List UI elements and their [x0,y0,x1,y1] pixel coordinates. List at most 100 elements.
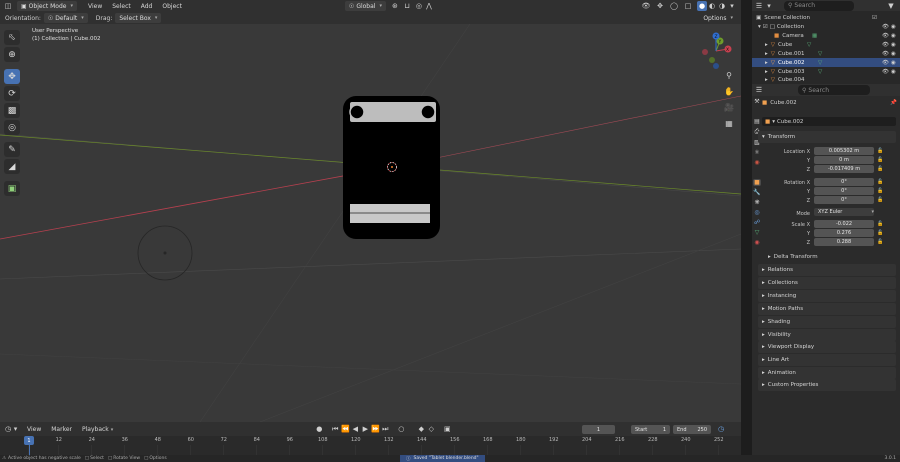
overlays-icon[interactable]: ◯ [669,1,679,11]
lock-icon[interactable]: 🔓 [877,238,883,247]
3d-viewport[interactable]: X Y Z User Perspective (1) Collection | … [0,24,741,422]
keyframe-delete-icon[interactable]: ◇ [426,424,436,434]
transform-orientation-dropdown[interactable]: ☉ Global [344,1,386,11]
camera-restrict-icon[interactable]: ◉ [891,33,896,39]
expand-chevron-icon[interactable]: ▸ [765,60,768,66]
panel-animation[interactable]: ▸ Animation [758,367,896,379]
eye-icon[interactable]: 👁 [882,42,889,48]
panel-visibility[interactable]: ▸ Visibility [758,329,896,341]
outliner-item-cube-004[interactable]: ▸ ▽ Cube.004 [752,76,900,84]
collection-checkbox-icon[interactable]: ☑ [763,24,768,30]
expand-chevron-icon[interactable]: ▸ [765,51,768,57]
scale-z-field[interactable]: 0.288 [814,238,874,246]
current-frame-field[interactable]: 1 [582,425,615,434]
scale-x-field[interactable]: -0.022 [814,220,874,228]
location-y-field[interactable]: 0 m [814,156,874,164]
location-z-field[interactable]: -0.017409 m [814,165,874,173]
menu-view[interactable]: View [83,3,107,10]
panel-custom-properties[interactable]: ▸ Custom Properties [758,379,896,391]
lock-icon[interactable]: 🔓 [877,187,883,196]
outliner-filter-funnel-icon[interactable]: ▼ [886,1,896,11]
outliner-search[interactable]: ⚲ Search [784,0,854,11]
lock-icon[interactable]: 🔓 [877,220,883,229]
play-reverse-icon[interactable]: ◀ [350,424,360,434]
jump-end-icon[interactable]: ⏭ [380,424,390,434]
keying-icon[interactable]: ○ [396,424,406,434]
playhead[interactable]: 1 [24,436,34,445]
render-tab-icon[interactable]: ▤ [754,118,760,125]
menu-select[interactable]: Select [107,3,136,10]
timeline[interactable]: 1 12 24 36 48 60 72 84 96 108 120 132 144 156 168 180 19… [0,436,741,456]
outliner-editor-icon[interactable]: ☰ [754,1,764,11]
lock-icon[interactable]: 🔓 [877,196,883,205]
move-tool[interactable]: ✥ [4,69,20,84]
camera-restrict-icon[interactable]: ◉ [891,42,896,48]
options-dropdown[interactable]: Options [699,13,737,23]
zoom-icon[interactable]: ⚲ [722,68,736,82]
constraints-tab-icon[interactable]: ☍ [754,219,760,226]
properties-search[interactable]: ⚲ Search [798,85,870,95]
end-frame-field[interactable]: End 250 [673,425,711,434]
expand-chevron-icon[interactable]: ▸ [765,77,768,83]
panel-shading[interactable]: ▸ Shading [758,316,896,328]
rotation-z-field[interactable]: 0° [814,196,874,204]
ortho-grid-icon[interactable]: ▦ [722,116,736,130]
lock-icon[interactable]: 🔓 [877,178,883,187]
eye-icon[interactable]: 👁 [882,51,889,57]
transform-panel-header[interactable]: ▾ Transform [758,131,896,143]
editor-type-icon[interactable]: ◫ [3,1,13,11]
timeline-editor-chevron-icon[interactable]: ▾ [13,424,18,434]
proportional-edit-icon[interactable]: ◎ [414,1,424,11]
lock-icon[interactable]: 🔓 [877,147,883,156]
outliner-filter-icon[interactable]: ▾ [764,1,774,11]
drag-dropdown[interactable]: Select Box [115,13,162,23]
expand-chevron-icon[interactable]: ▸ [765,42,768,48]
lock-icon[interactable]: 🔓 [877,165,883,174]
menu-object[interactable]: Object [157,3,187,10]
rotation-x-field[interactable]: 0° [814,178,874,186]
jump-keyframe-forward-icon[interactable]: ⏩ [370,424,380,434]
scene-tab-icon[interactable]: ⚛ [754,149,759,156]
camera-restrict-icon[interactable]: ◉ [891,24,896,30]
pan-hand-icon[interactable]: ✋ [722,84,736,98]
scale-y-field[interactable]: 0.276 [814,229,874,237]
camera-restrict-icon[interactable]: ◉ [891,51,896,57]
menu-add[interactable]: Add [136,3,158,10]
timeline-menu-view[interactable]: View [22,426,46,433]
jump-keyframe-back-icon[interactable]: ⏪ [340,424,350,434]
shading-material-icon[interactable]: ◐ [707,1,717,11]
gizmo-neg-y-handle[interactable] [709,57,715,63]
shading-options-icon[interactable]: ▾ [727,1,737,11]
panel-motion-paths[interactable]: ▸ Motion Paths [758,303,896,315]
expand-chevron-icon[interactable]: ▾ [758,24,761,30]
timeline-view-icon[interactable]: ◷ [716,424,726,434]
play-icon[interactable]: ▶ [360,424,370,434]
modifier-tab-icon[interactable]: 🔧 [753,189,760,196]
panel-instancing[interactable]: ▸ Instancing [758,290,896,302]
outliner-item-cube-001[interactable]: ▸ ▽ Cube.001 ▽ 👁 ◉ [752,49,900,58]
measure-tool[interactable]: ◢ [4,159,20,174]
camera-restrict-icon[interactable]: ◉ [891,60,896,66]
pin-icon[interactable]: 📌 [890,100,897,106]
select-box-tool[interactable]: ⬁ [4,30,20,45]
eye-icon[interactable]: 👁 [882,33,889,39]
keyframe-insert-icon[interactable]: ◆ [416,424,426,434]
gizmo-neg-z-handle[interactable] [713,63,719,69]
visibility-check-icon[interactable]: ☑ [872,15,877,21]
outliner-item-camera[interactable]: ■ Camera ▦ 👁 ◉ [752,31,900,40]
camera-restrict-icon[interactable]: ◉ [891,69,896,75]
expand-chevron-icon[interactable]: ▸ [765,69,768,75]
snap-icon[interactable]: ⊔ [402,1,412,11]
transform-tool[interactable]: ◎ [4,120,20,135]
pivot-icon[interactable]: ⊛ [390,1,400,11]
outliner-item-cube-003[interactable]: ▸ ▽ Cube.003 ▽ 👁 ◉ [752,67,900,76]
rotate-tool[interactable]: ⟳ [4,86,20,101]
data-tab-icon[interactable]: ▽ [755,229,760,236]
eye-icon[interactable]: 👁 [882,60,889,66]
record-icon[interactable]: ● [314,424,324,434]
shading-rendered-icon[interactable]: ◑ [717,1,727,11]
annotate-tool[interactable]: ✎ [4,142,20,157]
object-tab-icon[interactable]: ■ [753,179,761,186]
start-frame-field[interactable]: Start 1 [631,425,670,434]
physics-tab-icon[interactable]: ◎ [754,209,759,216]
